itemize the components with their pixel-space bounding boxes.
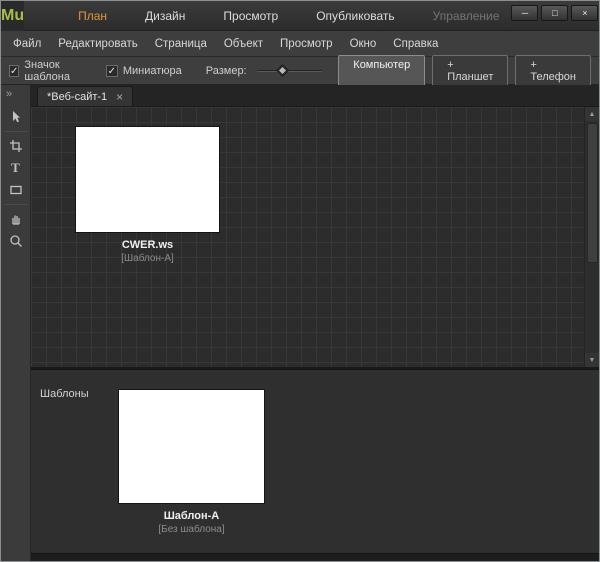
tool-selection[interactable] [4,106,28,128]
tool-text[interactable]: T [4,157,28,179]
mode-tab-manage: Управление [421,5,512,27]
tool-separator [5,131,27,132]
slider-thumb-icon[interactable] [277,65,287,75]
size-slider[interactable] [257,64,323,78]
menu-help[interactable]: Справка [393,38,438,50]
thumbnail-checkbox[interactable]: ✓ Миниатюра [106,65,182,77]
masters-panel-title: Шаблоны [40,388,89,400]
menubar: Файл Редактировать Страница Объект Просм… [1,31,599,57]
bottom-strip [31,553,599,561]
titlebar: Mu План Дизайн Просмотр Опубликовать Упр… [1,1,599,31]
master-applied-label: [Без шаблона] [119,524,264,535]
vertical-scrollbar[interactable]: ▲ ▼ [584,107,599,367]
menu-file[interactable]: Файл [13,38,41,50]
tab-close-icon[interactable]: × [116,91,123,103]
device-buttons: Компьютер + Планшет + Телефон [338,55,591,87]
menu-object[interactable]: Объект [224,38,263,50]
scroll-down-icon[interactable]: ▼ [585,353,599,367]
zoom-tool-icon [9,234,23,248]
mode-tab-publish[interactable]: Опубликовать [304,5,406,27]
tool-separator [5,204,27,205]
app-body: » T [1,85,599,561]
size-label: Размер: [206,65,247,77]
page-card[interactable]: CWER.ws [Шаблон-А] [76,127,219,264]
document-tab-title: *Веб-сайт-1 [47,91,107,103]
scrollbar-thumb[interactable] [587,123,598,263]
tool-crop[interactable] [4,135,28,157]
tool-rectangle[interactable] [4,179,28,201]
close-button[interactable]: × [571,5,598,21]
master-card[interactable]: Шаблон-А [Без шаблона] [119,390,264,535]
main-content: *Веб-сайт-1 × CWER.ws [Шаблон-А] ▲ ▼ [31,85,599,561]
template-icon-checkbox[interactable]: ✓ Значок шаблона [9,59,90,83]
master-thumbnail[interactable] [119,390,264,503]
app-logo: Mu [1,1,24,31]
expand-panel-icon[interactable]: » [6,88,12,100]
mode-tabs: План Дизайн Просмотр Опубликовать Управл… [66,5,511,27]
tool-hand[interactable] [4,208,28,230]
scroll-up-icon[interactable]: ▲ [585,107,599,121]
document-tabbar: *Веб-сайт-1 × [31,85,599,107]
mode-tab-preview[interactable]: Просмотр [211,5,290,27]
page-title: CWER.ws [76,239,219,251]
checkbox-check-icon: ✓ [9,65,19,77]
page-thumbnail[interactable] [76,127,219,232]
mode-tab-plan[interactable]: План [66,5,119,27]
window-controls: ─ □ × [511,5,598,21]
add-phone-layout-button[interactable]: + Телефон [515,55,591,87]
menu-page[interactable]: Страница [155,38,207,50]
checkbox-check-icon: ✓ [106,65,118,77]
text-tool-icon: T [11,160,20,176]
tool-strip: » T [1,85,31,561]
mode-tab-design[interactable]: Дизайн [133,5,197,27]
template-icon-checkbox-label: Значок шаблона [24,59,89,83]
menu-window[interactable]: Окно [350,38,377,50]
options-bar: ✓ Значок шаблона ✓ Миниатюра Размер: Ком… [1,57,599,85]
desktop-layout-button[interactable]: Компьютер [338,55,425,87]
hand-tool-icon [9,212,23,226]
tool-zoom[interactable] [4,230,28,252]
menu-edit[interactable]: Редактировать [58,38,137,50]
maximize-button[interactable]: □ [541,5,568,21]
crop-tool-icon [9,139,23,153]
master-title: Шаблон-А [119,510,264,522]
page-master-label: [Шаблон-А] [76,253,219,264]
add-tablet-layout-button[interactable]: + Планшет [432,55,508,87]
masters-panel: Шаблоны Шаблон-А [Без шаблона] [31,369,599,553]
menu-view[interactable]: Просмотр [280,38,333,50]
minimize-button[interactable]: ─ [511,5,538,21]
thumbnail-checkbox-label: Миниатюра [123,65,182,77]
document-tab[interactable]: *Веб-сайт-1 × [37,86,133,106]
plan-canvas[interactable]: CWER.ws [Шаблон-А] ▲ ▼ [31,107,599,369]
selection-tool-icon [9,110,23,124]
app-window: Mu План Дизайн Просмотр Опубликовать Упр… [0,0,600,562]
rectangle-tool-icon [9,183,23,197]
slider-track [257,70,323,72]
